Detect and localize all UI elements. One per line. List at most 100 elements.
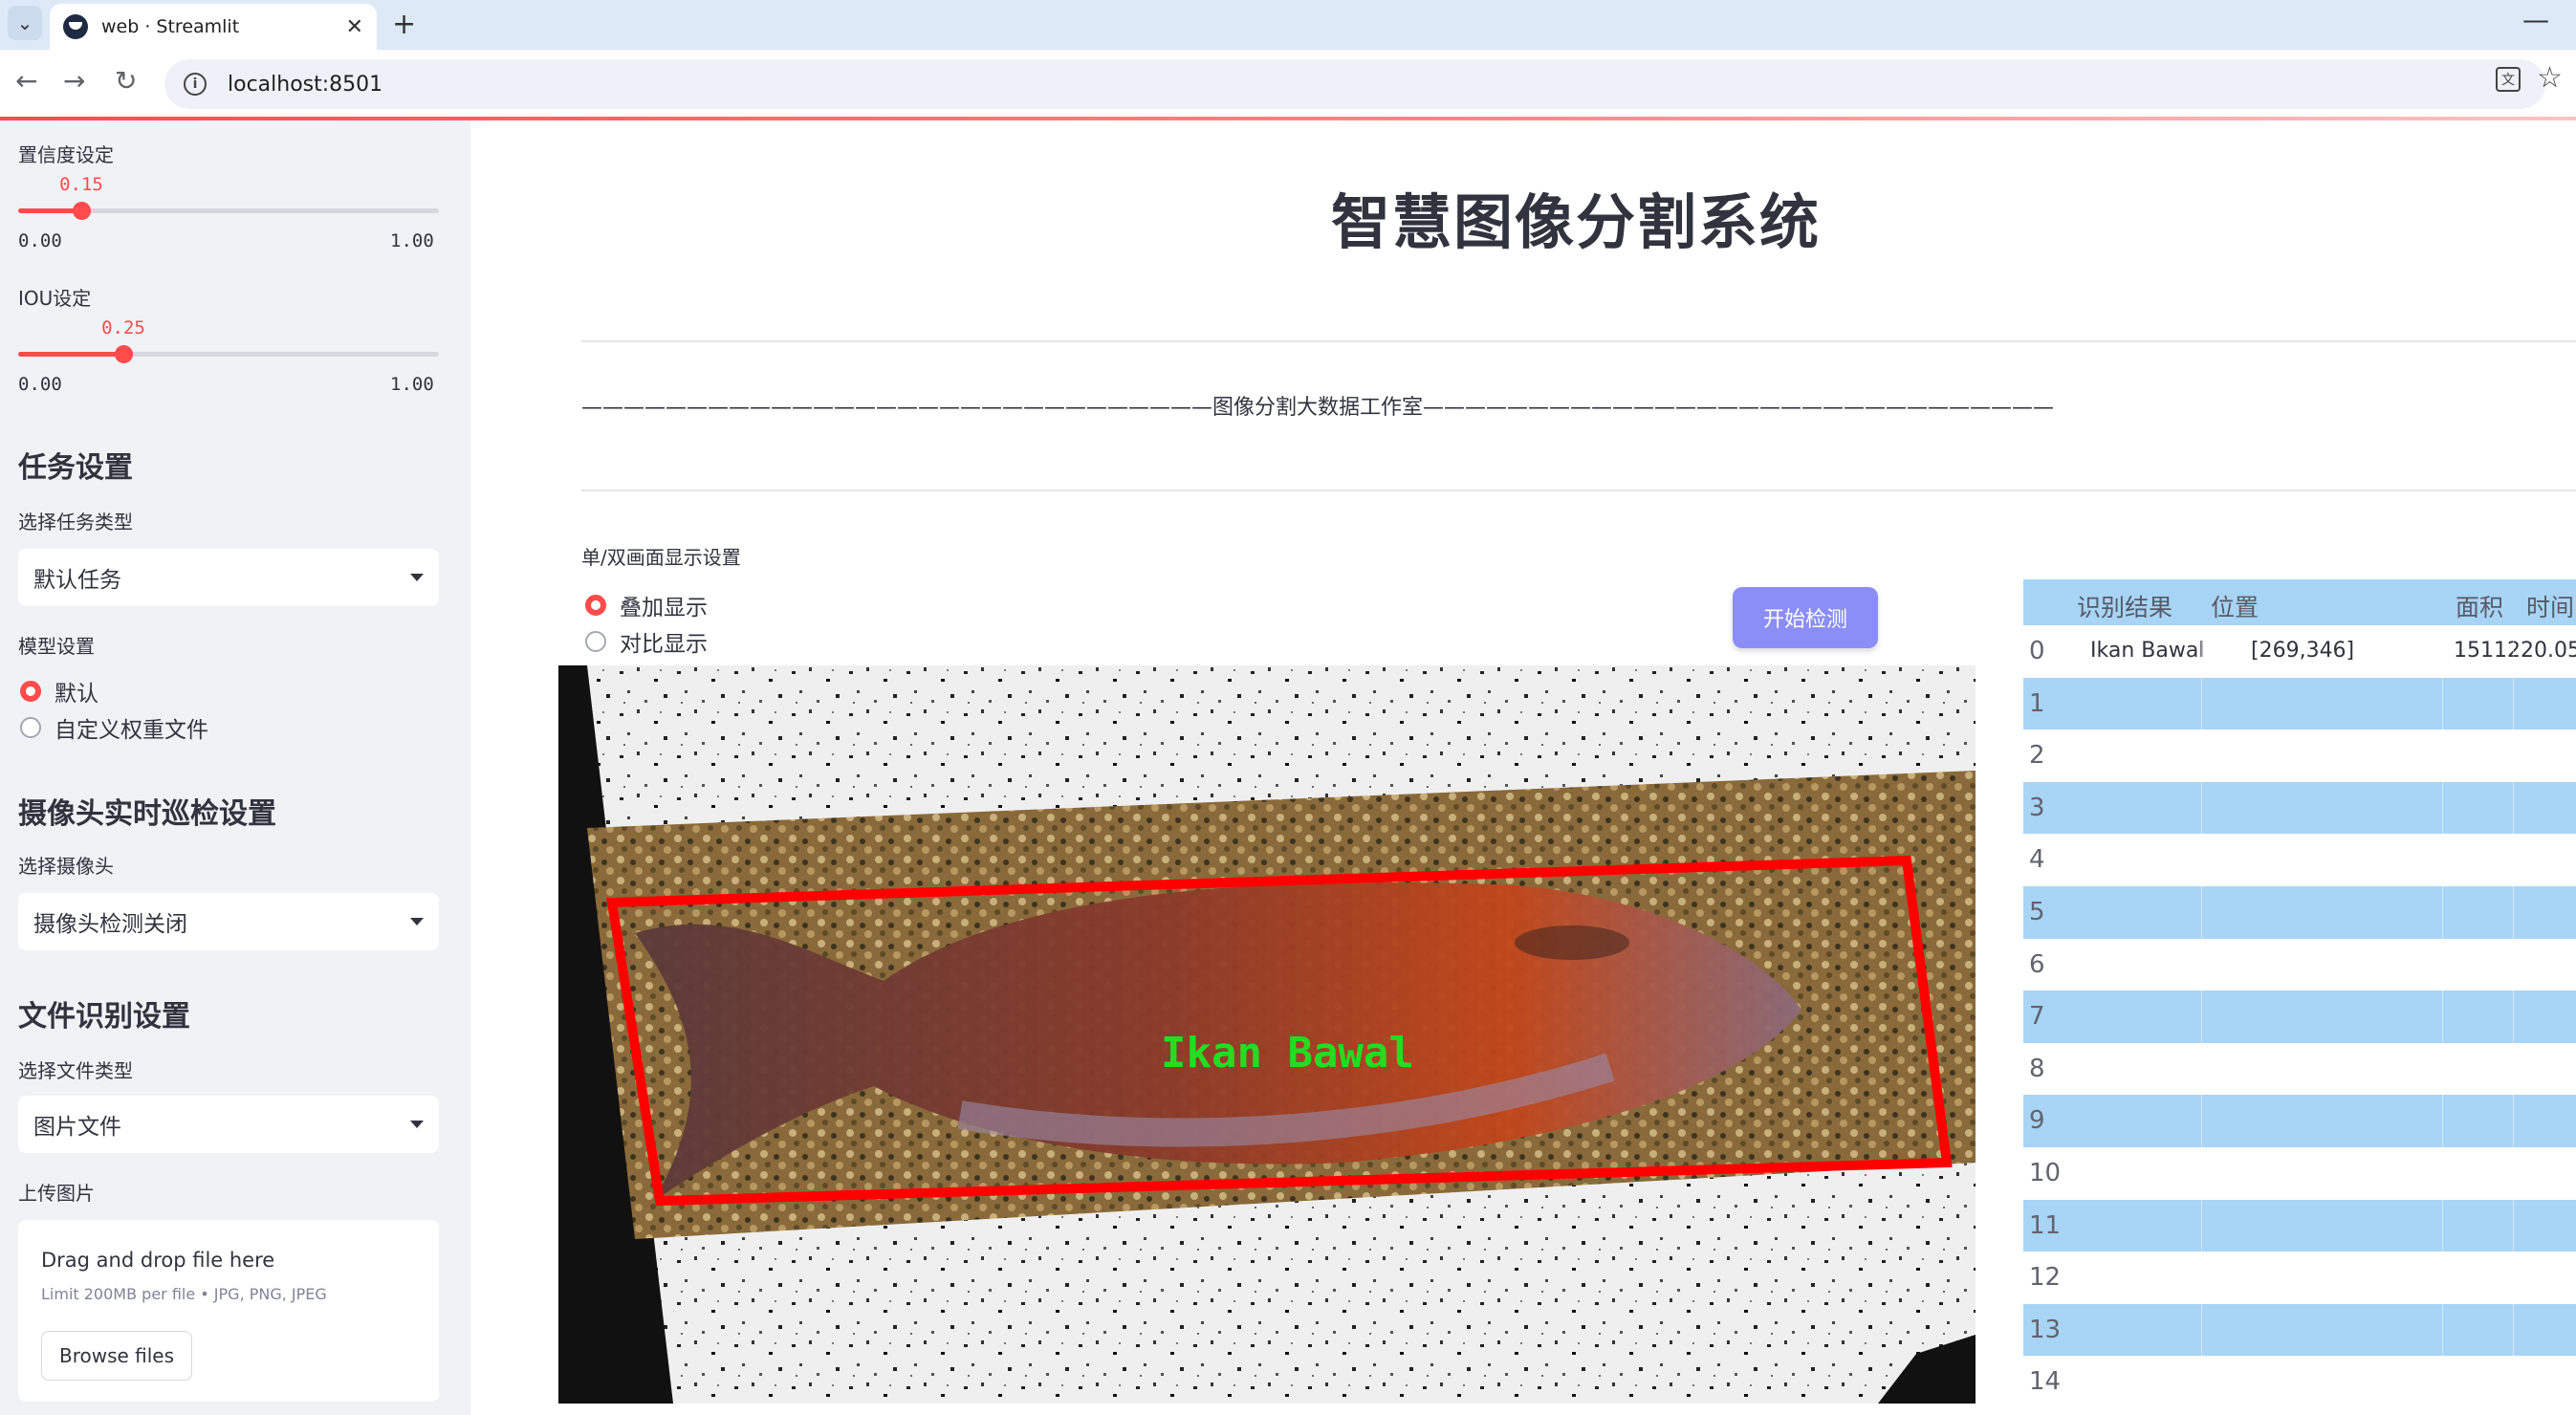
table-row[interactable]: 0 Ikan Bawal [269,346] 151122 0.05 <box>2023 625 2576 678</box>
table-row[interactable]: 12 <box>2023 1252 2576 1304</box>
row-index: 10 <box>2029 1159 2062 1187</box>
studio-banner: ——————————————————————————————图像分割大数据工作室… <box>581 396 2055 420</box>
table-row[interactable]: 6 <box>2023 938 2576 991</box>
table-row[interactable]: 7 <box>2023 990 2576 1043</box>
start-detection-button[interactable]: 开始检测 <box>1733 587 1878 648</box>
tab-search-dropdown-icon[interactable]: ⌄ <box>8 6 42 40</box>
row-index: 1 <box>2029 688 2045 718</box>
row-index: 9 <box>2029 1106 2045 1136</box>
table-row[interactable]: 11 <box>2023 1199 2576 1252</box>
row-index: 0 <box>2029 637 2045 665</box>
window-minimize-icon[interactable]: — <box>2522 4 2549 35</box>
detection-image-svg: Ikan Bawal <box>558 665 1976 1404</box>
display-option-overlay[interactable]: 叠加显示 <box>585 589 708 621</box>
model-option-default[interactable]: 默认 <box>20 675 98 708</box>
page-title: 智慧图像分割系统 <box>1331 187 1822 257</box>
column-divider <box>2513 625 2514 1415</box>
row-index: 13 <box>2029 1315 2062 1344</box>
new-tab-plus-icon[interactable]: + <box>392 8 416 41</box>
browser-toolbar: ← → ↻ i localhost:8501 文 ☆ <box>0 50 2576 117</box>
row-index: 6 <box>2029 949 2045 979</box>
table-row[interactable]: 13 <box>2023 1303 2576 1357</box>
row-index: 3 <box>2029 793 2045 822</box>
table-row[interactable]: 3 <box>2023 781 2576 835</box>
column-divider <box>2201 625 2202 1415</box>
cell-position: [269,346] <box>2251 639 2355 663</box>
table-row[interactable]: 2 <box>2023 729 2576 782</box>
table-row[interactable]: 10 <box>2023 1147 2576 1200</box>
confidence-slider-thumb[interactable] <box>73 202 91 220</box>
radio-selected-icon <box>585 595 606 616</box>
url-text: localhost:8501 <box>228 72 383 97</box>
file-settings-heading: 文件识别设置 <box>18 1000 190 1034</box>
iou-value: 0.25 <box>101 317 145 338</box>
row-index: 12 <box>2029 1263 2062 1293</box>
column-header-position[interactable]: 位置 <box>2211 589 2259 623</box>
table-row[interactable]: 1 <box>2023 677 2576 730</box>
row-index: 14 <box>2029 1367 2062 1397</box>
browser-tabstrip: ⌄ web · Streamlit ✕ + — <box>0 0 2576 50</box>
task-type-select[interactable]: 默认任务 <box>18 549 439 606</box>
row-index: 8 <box>2029 1054 2045 1083</box>
reload-icon[interactable]: ↻ <box>115 65 137 97</box>
iou-slider[interactable]: 0.25 <box>18 317 439 363</box>
row-index: 4 <box>2029 845 2045 875</box>
file-uploader-dropzone[interactable]: Drag and drop file here Limit 200MB per … <box>18 1220 439 1402</box>
column-header-result[interactable]: 识别结果 <box>2077 589 2172 623</box>
upload-label: 上传图片 <box>18 1182 95 1205</box>
translate-icon[interactable]: 文 <box>2496 67 2521 92</box>
iou-slider-fill <box>18 352 123 357</box>
table-row[interactable]: 4 <box>2023 834 2576 886</box>
confidence-slider[interactable]: 0.15 <box>18 174 439 220</box>
file-type-select[interactable]: 图片文件 <box>18 1096 439 1153</box>
table-row[interactable]: 5 <box>2023 886 2576 939</box>
bookmark-star-icon[interactable]: ☆ <box>2537 61 2563 95</box>
model-option-label: 默认 <box>55 682 98 707</box>
column-header-area[interactable]: 面积 <box>2456 589 2503 623</box>
results-table[interactable]: 识别结果 位置 面积 时间 0 Ikan Bawal [269,346] 151122… <box>2023 579 2576 1415</box>
radio-unselected-icon <box>585 631 606 652</box>
model-settings-label: 模型设置 <box>18 635 95 658</box>
divider <box>581 490 2576 491</box>
display-mode-label: 单/双画面显示设置 <box>581 546 741 569</box>
model-option-custom[interactable]: 自定义权重文件 <box>20 711 208 744</box>
confidence-min: 0.00 <box>18 230 62 251</box>
iou-min: 0.00 <box>18 374 62 395</box>
model-option-label: 自定义权重文件 <box>55 718 208 743</box>
table-row[interactable]: 8 <box>2023 1042 2576 1096</box>
iou-max: 1.00 <box>390 374 434 395</box>
column-header-time[interactable]: 时间 <box>2526 589 2574 623</box>
table-row[interactable]: 9 <box>2023 1095 2576 1147</box>
display-option-compare[interactable]: 对比显示 <box>585 625 708 658</box>
display-option-label: 对比显示 <box>620 632 708 657</box>
table-row[interactable]: 14 <box>2023 1356 2576 1408</box>
row-index: 11 <box>2029 1210 2062 1240</box>
sidebar: 置信度设定 0.15 0.00 1.00 IOU设定 0.25 0.00 1.0… <box>0 120 470 1415</box>
iou-label: IOU设定 <box>18 287 92 310</box>
tab-close-icon[interactable]: ✕ <box>346 15 363 39</box>
back-arrow-icon[interactable]: ← <box>15 65 37 97</box>
upload-limit-text: Limit 200MB per file • JPG, PNG, JPEG <box>41 1285 327 1303</box>
task-type-label: 选择任务类型 <box>18 511 133 533</box>
row-index: 2 <box>2029 741 2045 771</box>
browser-tab[interactable]: web · Streamlit ✕ <box>50 4 377 50</box>
chevron-down-icon <box>410 1121 424 1128</box>
column-divider <box>2442 625 2443 1415</box>
site-info-icon[interactable]: i <box>184 73 207 96</box>
table-header: 识别结果 位置 面积 时间 <box>2023 579 2576 625</box>
browse-files-button[interactable]: Browse files <box>41 1331 192 1381</box>
display-option-label: 叠加显示 <box>620 596 708 620</box>
forward-arrow-icon[interactable]: → <box>63 65 85 97</box>
detection-label-text: Ikan Bawal <box>1161 1029 1414 1078</box>
chevron-down-icon <box>410 574 424 581</box>
camera-select-label: 选择摄像头 <box>18 855 114 878</box>
file-type-value: 图片文件 <box>33 1115 121 1140</box>
confidence-max: 1.00 <box>390 230 434 251</box>
task-settings-heading: 任务设置 <box>18 451 133 485</box>
iou-slider-thumb[interactable] <box>115 345 133 363</box>
row-index: 5 <box>2029 898 2045 926</box>
radio-unselected-icon <box>20 717 41 738</box>
streamlit-favicon-icon <box>63 14 88 39</box>
camera-select[interactable]: 摄像头检测关闭 <box>18 893 439 950</box>
address-bar[interactable]: i localhost:8501 <box>164 59 2545 109</box>
